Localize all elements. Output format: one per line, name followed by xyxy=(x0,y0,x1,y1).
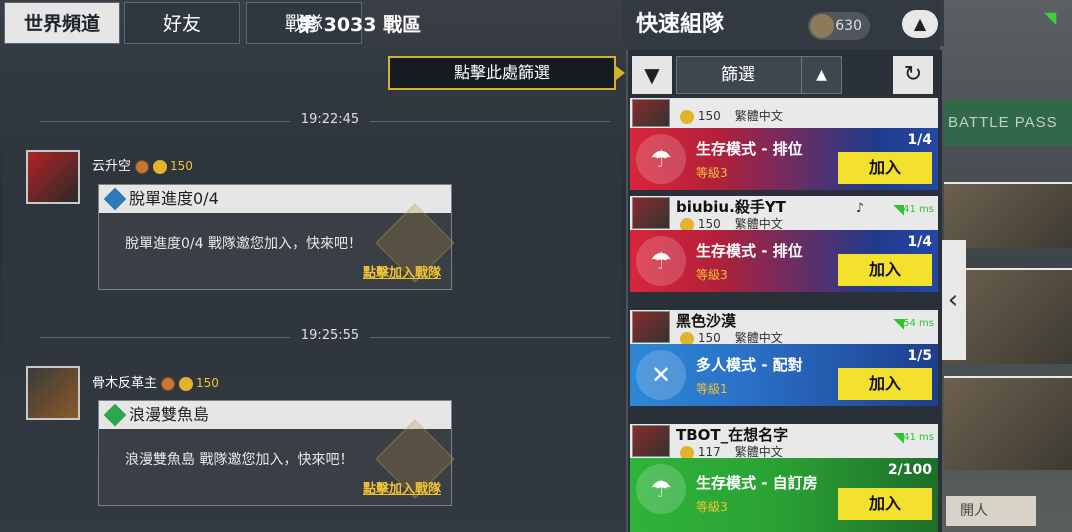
clan-diamond-icon xyxy=(103,187,127,211)
filter-select[interactable]: 篩選 ▲ xyxy=(676,56,842,94)
team-level: 等級1 xyxy=(696,382,728,396)
chevron-up-icon[interactable]: ▲ xyxy=(902,10,938,38)
card-title: 脫單進度0/4 xyxy=(129,189,219,208)
user-points: 150 xyxy=(170,159,193,173)
avatar[interactable] xyxy=(632,311,670,343)
team-language: 繁體中文 xyxy=(734,331,783,345)
join-clan-link[interactable]: 點擊加入戰隊 xyxy=(363,478,441,497)
avatar[interactable] xyxy=(632,425,670,457)
quick-team-title: 快速組隊 xyxy=(636,12,725,37)
team-entry-body: ☂ 生存模式 - 排位 等級3 1/4 加入 xyxy=(630,128,938,190)
join-button[interactable]: 加入 xyxy=(838,368,932,400)
user-points: 150 xyxy=(196,376,219,390)
crossed-guns-icon: ✕ xyxy=(636,350,686,400)
team-count: 2/100 xyxy=(887,462,932,478)
coin-balance: 630 xyxy=(808,12,870,40)
message-time: 19:22:45 xyxy=(300,112,360,127)
team-points: 150 xyxy=(697,331,721,345)
team-level: 等級3 xyxy=(696,500,728,514)
team-level: 等級3 xyxy=(696,268,728,282)
lobby-thumbnail[interactable] xyxy=(944,182,1072,248)
user-name: 云升空 xyxy=(92,159,132,174)
user-name: 骨木反革主 xyxy=(92,376,158,391)
team-entry[interactable]: 150 繁體中文 ☂ 生存模式 - 排位 等級3 1/4 加入 xyxy=(630,98,938,194)
team-entry[interactable]: biubiu.殺手YT 150 繁體中文 ♪ ◥ 41 ms ☂ 生存模式 - 排… xyxy=(630,196,938,292)
parachute-icon: ☂ xyxy=(636,464,686,514)
team-points: 117 xyxy=(697,445,721,459)
parachute-icon: ☂ xyxy=(636,236,686,286)
message-time: 19:25:55 xyxy=(300,328,360,343)
team-leader-name: 黑色沙漠 xyxy=(676,312,737,330)
team-count: 1/4 xyxy=(907,132,932,148)
team-entry[interactable]: 黑色沙漠 150 繁體中文 ◥ 54 ms ✕ 多人模式 - 配對 等級1 1/5… xyxy=(630,310,938,406)
chevron-up-icon[interactable]: ▲ xyxy=(801,57,841,93)
gold-badge-icon xyxy=(179,376,194,391)
team-entry-body: ✕ 多人模式 - 配對 等級1 1/5 加入 xyxy=(630,344,938,406)
refresh-icon[interactable]: ↻ xyxy=(893,56,933,94)
card-header: 脫單進度0/4 xyxy=(99,185,451,213)
team-points: 150 xyxy=(697,109,721,123)
team-leader-name: TBOT_在想名字 xyxy=(676,426,789,444)
rank-badge-icon xyxy=(161,376,176,391)
card-title: 浪漫雙魚島 xyxy=(129,405,210,424)
team-leader-name: biubiu.殺手YT xyxy=(676,198,786,216)
tab-world-channel[interactable]: 世界頻道 xyxy=(4,2,120,44)
team-entry-header: TBOT_在想名字 117 繁體中文 ◥ 41 ms xyxy=(630,424,938,460)
lobby-thumbnail[interactable] xyxy=(944,376,1072,470)
team-count: 1/5 xyxy=(907,348,932,364)
team-entry-header: 黑色沙漠 150 繁體中文 ◥ 54 ms xyxy=(630,310,938,346)
message-user: 骨木反革主 150 xyxy=(92,372,219,391)
filter-tooltip[interactable]: 點擊此處篩選 xyxy=(388,56,625,90)
channel-title[interactable]: 第 3033 戰區 xyxy=(298,10,421,37)
avatar[interactable] xyxy=(26,150,80,204)
parachute-icon: ☂ xyxy=(636,134,686,184)
rank-badge-icon xyxy=(135,159,150,174)
team-language: 繁體中文 xyxy=(734,445,783,459)
team-mode: 生存模式 - 排位 xyxy=(696,242,803,260)
team-count: 1/4 xyxy=(907,234,932,250)
team-language: 繁體中文 xyxy=(734,217,783,231)
team-entry-body: ☂ 生存模式 - 排位 等級3 1/4 加入 xyxy=(630,230,938,292)
team-mode: 多人模式 - 配對 xyxy=(696,356,803,374)
team-ping: 41 ms xyxy=(903,432,934,443)
tab-friends[interactable]: 好友 xyxy=(124,2,240,44)
card-header: 浪漫雙魚島 xyxy=(99,401,451,429)
team-entry-header: biubiu.殺手YT 150 繁體中文 ♪ ◥ 41 ms xyxy=(630,196,938,232)
team-level: 等級3 xyxy=(696,166,728,180)
collapse-panel-arrow-icon[interactable]: ‹ xyxy=(940,240,966,360)
divider xyxy=(40,337,290,338)
clan-diamond-icon xyxy=(103,403,127,427)
avatar[interactable] xyxy=(632,197,670,229)
filter-icon[interactable]: ▼ xyxy=(632,56,672,94)
divider xyxy=(40,121,290,122)
bottom-button[interactable]: 開人 xyxy=(946,496,1036,526)
message-user: 云升空 150 xyxy=(92,155,193,174)
clan-invite-card[interactable]: 浪漫雙魚島 浪漫雙魚島 戰隊邀您加入，快來吧！ 點擊加入戰隊 xyxy=(98,400,455,506)
team-entry[interactable]: TBOT_在想名字 117 繁體中文 ◥ 41 ms ☂ 生存模式 - 自訂房 等… xyxy=(630,424,938,532)
join-button[interactable]: 加入 xyxy=(838,254,932,286)
clan-invite-card[interactable]: 脫單進度0/4 脫單進度0/4 戰隊邀您加入，快來吧！ 點擊加入戰隊 xyxy=(98,184,455,290)
avatar[interactable] xyxy=(632,99,670,127)
divider xyxy=(370,337,610,338)
avatar[interactable] xyxy=(26,366,80,420)
divider xyxy=(370,121,610,122)
join-button[interactable]: 加入 xyxy=(838,152,932,184)
team-points: 150 xyxy=(697,217,721,231)
team-mode: 生存模式 - 自訂房 xyxy=(696,474,818,492)
microphone-icon: ♪ xyxy=(855,201,864,216)
wifi-icon: ◥ xyxy=(1044,8,1057,27)
filter-label: 篩選 xyxy=(721,65,755,85)
team-entry-body: ☂ 生存模式 - 自訂房 等級3 2/100 加入 xyxy=(630,458,938,532)
team-ping: 41 ms xyxy=(903,204,934,215)
gold-badge-icon xyxy=(153,159,168,174)
team-language: 繁體中文 xyxy=(734,109,783,123)
team-meta: 150 繁體中文 xyxy=(676,107,783,124)
join-clan-link[interactable]: 點擊加入戰隊 xyxy=(363,262,441,281)
battle-pass-banner[interactable]: BATTLE PASS xyxy=(944,100,1072,146)
gold-badge-icon xyxy=(680,109,694,124)
join-button[interactable]: 加入 xyxy=(838,488,932,520)
team-entry-header: 150 繁體中文 xyxy=(630,98,938,128)
team-ping: 54 ms xyxy=(903,318,934,329)
team-mode: 生存模式 - 排位 xyxy=(696,140,803,158)
